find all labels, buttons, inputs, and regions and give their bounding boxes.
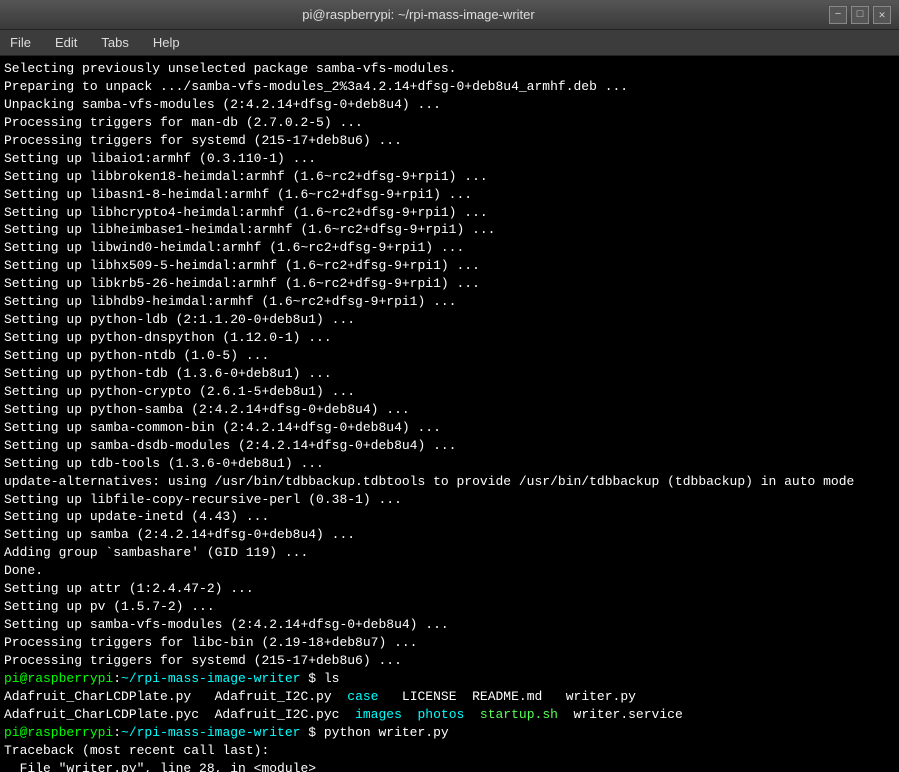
menu-edit[interactable]: Edit [51,33,81,52]
minimize-button[interactable]: − [829,6,847,24]
maximize-button[interactable]: □ [851,6,869,24]
terminal-area[interactable]: Selecting previously unselected package … [0,56,899,772]
close-button[interactable]: ✕ [873,6,891,24]
title-bar-title: pi@raspberrypi: ~/rpi-mass-image-writer [8,7,829,22]
title-bar: pi@raspberrypi: ~/rpi-mass-image-writer … [0,0,899,30]
menu-tabs[interactable]: Tabs [97,33,132,52]
menu-bar: File Edit Tabs Help [0,30,899,56]
menu-file[interactable]: File [6,33,35,52]
menu-help[interactable]: Help [149,33,184,52]
terminal-output: Selecting previously unselected package … [4,60,895,772]
